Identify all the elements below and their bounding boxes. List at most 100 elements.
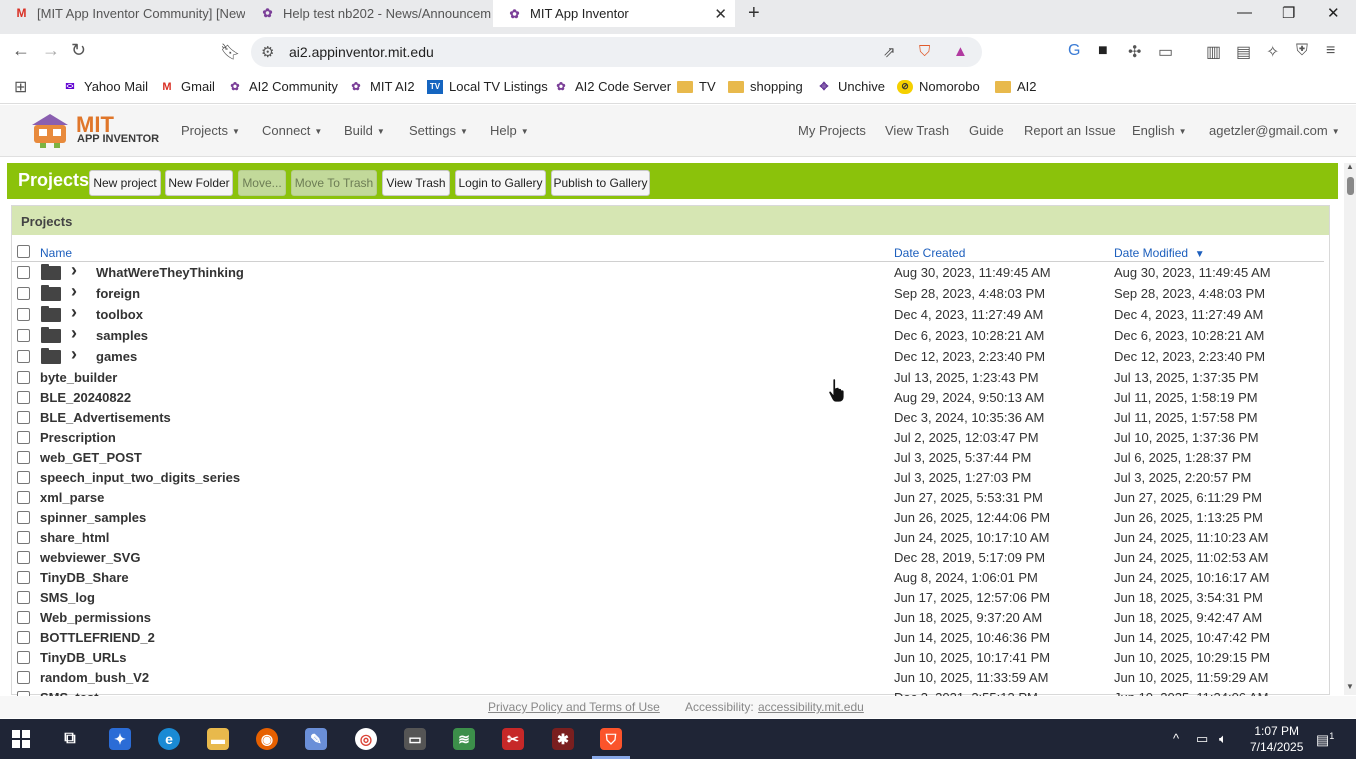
row-checkbox[interactable]	[17, 266, 30, 279]
bookmark-unchive[interactable]: ✥ Unchive	[816, 79, 885, 94]
screenshot-icon[interactable]: ▭	[1158, 42, 1173, 62]
bookmark-folder-tv[interactable]: TV	[677, 79, 716, 94]
privacy-link[interactable]: Privacy Policy and Terms of Use	[488, 700, 660, 714]
project-name[interactable]: Prescription	[40, 430, 116, 445]
row-checkbox[interactable]	[17, 411, 30, 424]
row-checkbox[interactable]	[17, 350, 30, 363]
project-name[interactable]: Web_permissions	[40, 610, 151, 625]
menu-projects[interactable]: Projects ▼	[181, 123, 240, 138]
reload-icon[interactable]: ↻	[71, 40, 86, 61]
folder-name[interactable]: samples	[96, 328, 148, 343]
project-name[interactable]: TinyDB_Share	[40, 570, 129, 585]
column-date-created[interactable]: Date Created	[894, 246, 965, 260]
project-row[interactable]: Web_permissions Jun 18, 2025, 9:37:20 AM J…	[11, 607, 1324, 627]
bookmark-icon[interactable]: 🔖︎	[220, 42, 240, 62]
link-guide[interactable]: Guide	[969, 123, 1004, 138]
project-name[interactable]: BOTTLEFRIEND_2	[40, 630, 155, 645]
volume-icon[interactable]: 🔈︎	[1219, 731, 1227, 747]
project-row[interactable]: TinyDB_URLs Jun 10, 2025, 10:17:41 PM Jun …	[11, 647, 1324, 667]
folder-row[interactable]: › samples Dec 6, 2023, 10:28:21 AM Dec 6, 2…	[11, 323, 1324, 346]
row-checkbox[interactable]	[17, 611, 30, 624]
browser-tab-gmail[interactable]: M [MIT App Inventor Community] [New	[0, 0, 246, 26]
link-my-projects[interactable]: My Projects	[798, 123, 866, 138]
move-button[interactable]: Move...	[238, 170, 286, 196]
edge-icon[interactable]: e	[158, 728, 180, 750]
bookmark-mit-ai2[interactable]: ✿ MIT AI2	[348, 79, 414, 94]
page-scrollbar[interactable]: ▲ ▼	[1344, 162, 1356, 695]
project-row[interactable]: BLE_20240822 Aug 29, 2024, 9:50:13 AM Jul …	[11, 387, 1324, 407]
paint-icon[interactable]: ✎	[305, 728, 327, 750]
move-to-trash-button[interactable]: Move To Trash	[291, 170, 377, 196]
browser-tab-ai2[interactable]: ✿ MIT App Inventor ✕	[493, 0, 735, 27]
folder-name[interactable]: WhatWereTheyThinking	[96, 265, 244, 280]
translate-icon[interactable]: G	[1068, 42, 1080, 60]
vpn-icon[interactable]: ⛨	[1296, 42, 1308, 60]
row-checkbox[interactable]	[17, 551, 30, 564]
app-inventor-logo-icon[interactable]	[28, 111, 72, 149]
row-checkbox[interactable]	[17, 651, 30, 664]
project-name[interactable]: web_GET_POST	[40, 450, 142, 465]
minimize-icon[interactable]: —	[1237, 4, 1252, 21]
row-checkbox[interactable]	[17, 287, 30, 300]
project-row[interactable]: SMS_testDec 3, 2021, 2:55:13 PMJun 10, 2…	[11, 687, 1324, 696]
project-name[interactable]: BLE_Advertisements	[40, 410, 171, 425]
bookmark-ai2-code-server[interactable]: ✿ AI2 Code Server	[553, 79, 671, 94]
project-row[interactable]: spinner_samples Jun 26, 2025, 12:44:06 PM…	[11, 507, 1324, 527]
project-name[interactable]: TinyDB_URLs	[40, 650, 126, 665]
address-bar[interactable]: ⚙ ai2.appinventor.mit.edu ⇗ ⛉ ▲	[251, 37, 982, 67]
row-checkbox[interactable]	[17, 371, 30, 384]
folder-row[interactable]: › WhatWereTheyThinking Aug 30, 2023, 11:49…	[11, 262, 1324, 283]
project-name[interactable]: share_html	[40, 530, 109, 545]
project-row[interactable]: TinyDB_Share Aug 8, 2024, 1:06:01 PM Jun 2…	[11, 567, 1324, 587]
folder-name[interactable]: toolbox	[96, 307, 143, 322]
tray-expand-icon[interactable]: ^	[1173, 731, 1179, 746]
app-red-icon[interactable]: ✱	[552, 728, 574, 750]
row-checkbox[interactable]	[17, 571, 30, 584]
login-to-gallery-button[interactable]: Login to Gallery	[455, 170, 546, 196]
expand-chevron-icon[interactable]: ›	[71, 344, 77, 365]
wallet-icon[interactable]: ▤	[1236, 42, 1251, 62]
column-name[interactable]: Name	[40, 246, 72, 260]
menu-icon[interactable]: ≡	[1326, 42, 1335, 60]
row-checkbox[interactable]	[17, 531, 30, 544]
forward-icon[interactable]: →	[42, 40, 60, 61]
project-row[interactable]: share_html Jun 24, 2025, 10:17:10 AM Jun 2…	[11, 527, 1324, 547]
row-checkbox[interactable]	[17, 631, 30, 644]
folder-row[interactable]: › games Dec 12, 2023, 2:23:40 PM Dec 12, 20…	[11, 344, 1324, 367]
folder-name[interactable]: games	[96, 349, 137, 364]
project-row[interactable]: web_GET_POST Jul 3, 2025, 5:37:44 PM Jul 6…	[11, 447, 1324, 467]
maximize-icon[interactable]: ❐	[1282, 4, 1295, 22]
folder-name[interactable]: foreign	[96, 286, 140, 301]
row-checkbox[interactable]	[17, 671, 30, 684]
project-row[interactable]: BLE_Advertisements Dec 3, 2024, 10:35:36 …	[11, 407, 1324, 427]
sidebar-icon[interactable]: ▥	[1206, 42, 1221, 62]
column-date-modified[interactable]: Date Modified ▼	[1114, 246, 1205, 260]
link-view-trash[interactable]: View Trash	[885, 123, 949, 138]
bookmark-folder-shopping[interactable]: shopping	[728, 79, 803, 94]
accessibility-link[interactable]: accessibility.mit.edu	[758, 700, 864, 714]
row-checkbox[interactable]	[17, 591, 30, 604]
bluestacks-icon[interactable]: ≋	[453, 728, 475, 750]
menu-help[interactable]: Help ▼	[490, 123, 529, 138]
app-window-icon[interactable]: ▭	[404, 728, 426, 750]
project-row[interactable]: random_bush_V2 Jun 10, 2025, 11:33:59 AM J…	[11, 667, 1324, 687]
extensions-puzzle-icon[interactable]: ✣	[1128, 42, 1141, 62]
row-checkbox[interactable]	[17, 471, 30, 484]
scroll-down-icon[interactable]: ▼	[1346, 682, 1354, 691]
publish-to-gallery-button[interactable]: Publish to Gallery	[551, 170, 650, 196]
row-checkbox[interactable]	[17, 451, 30, 464]
chrome-icon[interactable]: ◎	[355, 728, 377, 750]
expand-chevron-icon[interactable]: ›	[71, 302, 77, 323]
project-name[interactable]: webviewer_SVG	[40, 550, 140, 565]
project-row[interactable]: byte_builder Jul 13, 2025, 1:23:43 PM Jul …	[11, 367, 1324, 387]
row-checkbox[interactable]	[17, 431, 30, 444]
project-name[interactable]: random_bush_V2	[40, 670, 149, 685]
account-menu[interactable]: agetzler@gmail.com ▼	[1209, 123, 1340, 138]
project-row[interactable]: SMS_log Jun 17, 2025, 12:57:06 PM Jun 18, …	[11, 587, 1324, 607]
project-row[interactable]: Prescription Jul 2, 2025, 12:03:47 PM Jul …	[11, 427, 1324, 447]
apps-grid-icon[interactable]: ⊞	[14, 77, 27, 97]
view-trash-button[interactable]: View Trash	[382, 170, 450, 196]
leo-ai-icon[interactable]: ✧	[1266, 42, 1279, 62]
network-icon[interactable]: ▭	[1196, 731, 1208, 747]
project-name[interactable]: speech_input_two_digits_series	[40, 470, 240, 485]
